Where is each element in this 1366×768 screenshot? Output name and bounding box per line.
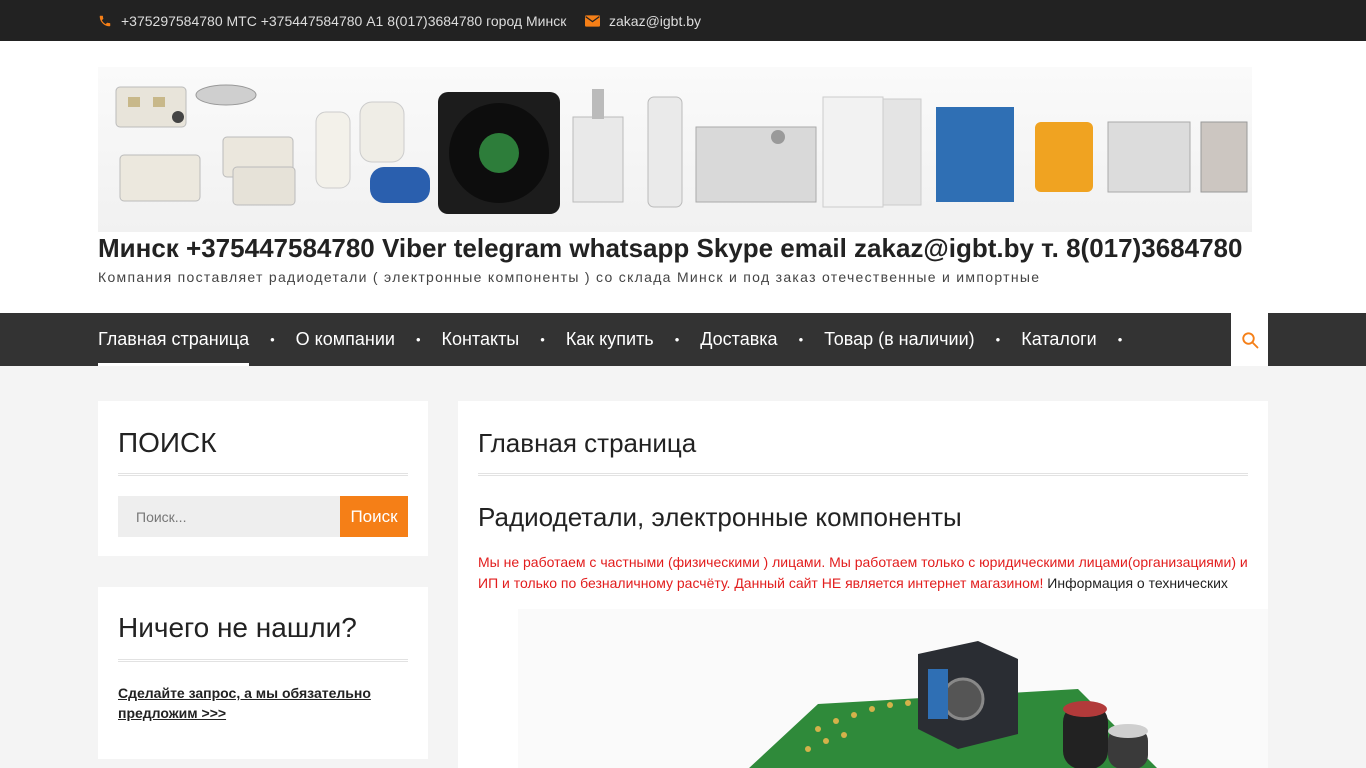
topbar-phones-text: +375297584780 МТС +375447584780 А1 8(017… [121, 12, 567, 29]
top-bar: +375297584780 МТС +375447584780 А1 8(017… [0, 0, 1366, 41]
section-heading: Радиодетали, электронные компоненты [478, 502, 962, 532]
product-image [518, 609, 1268, 768]
electronic-components-banner-icon [115, 84, 1248, 214]
widget-divider [118, 473, 408, 476]
nav-link-how-to-buy[interactable]: Как купить [566, 313, 654, 366]
site-description: Компания поставляет радиодетали ( электр… [98, 269, 1041, 285]
header-banner [98, 67, 1252, 232]
nav-separator: • [270, 332, 275, 347]
nav-link-in-stock[interactable]: Товар (в наличии) [824, 313, 975, 366]
nav-separator: • [995, 332, 1001, 347]
nav-item-how-to-buy: Как купить • [566, 313, 700, 366]
request-widget-title: Ничего не нашли? [118, 612, 357, 643]
nav-link-catalogs[interactable]: Каталоги [1021, 313, 1097, 366]
notice-text: Мы не работаем с частными (физическими )… [478, 552, 1253, 594]
nav-separator: • [674, 332, 680, 347]
main-navigation: Главная страница • О компании • Контакты • … [0, 313, 1366, 366]
nav-link-about[interactable]: О компании [296, 313, 395, 366]
topbar-phones: +375297584780 МТС +375447584780 А1 8(017… [98, 0, 566, 41]
topbar-email[interactable]: zakaz@igbt.by [585, 0, 701, 41]
nav-item-home: Главная страница • [98, 313, 296, 366]
search-widget-title: ПОИСК [118, 427, 217, 458]
main-content: Главная страница Радиодетали, электронны… [458, 401, 1268, 768]
nav-item-delivery: Доставка • [700, 313, 824, 366]
phone-icon [98, 14, 112, 28]
nav-item-about: О компании • [296, 313, 442, 366]
widget-divider [118, 659, 408, 662]
nav-item-catalogs: Каталоги • [1021, 313, 1143, 366]
site-title[interactable]: Минск +375447584780 Viber telegram whats… [98, 233, 1242, 264]
envelope-icon [585, 14, 600, 27]
notice-black[interactable]: Информация о технических [1043, 575, 1228, 591]
nav-separator: • [798, 332, 804, 347]
nav-link-home[interactable]: Главная страница [98, 313, 250, 366]
search-widget: ПОИСК Поиск... Поиск [98, 401, 428, 556]
nav-link-contacts[interactable]: Контакты [442, 313, 520, 366]
site-header: Минск +375447584780 Viber telegram whats… [0, 41, 1366, 313]
nav-search-button[interactable] [1231, 313, 1268, 366]
nav-menu: Главная страница • О компании • Контакты • … [98, 313, 1143, 366]
search-input[interactable]: Поиск... [118, 496, 340, 537]
nav-separator: • [540, 332, 545, 347]
search-form: Поиск... Поиск [118, 496, 408, 537]
nav-item-contacts: Контакты • [442, 313, 566, 366]
title-divider [478, 473, 1248, 476]
search-submit-button[interactable]: Поиск [340, 496, 408, 537]
electronic-board-photo-icon [749, 641, 1157, 768]
nav-separator: • [415, 332, 421, 347]
search-icon [1241, 331, 1258, 348]
request-link[interactable]: Сделайте запрос, а мы обязательно предло… [118, 683, 408, 723]
request-widget: Ничего не нашли? Сделайте запрос, а мы о… [98, 587, 428, 759]
topbar-email-text[interactable]: zakaz@igbt.by [609, 13, 701, 29]
nav-separator: • [1117, 332, 1123, 347]
nav-item-in-stock: Товар (в наличии) • [824, 313, 1021, 366]
nav-link-delivery[interactable]: Доставка [700, 313, 777, 366]
page-title: Главная страница [478, 428, 697, 458]
